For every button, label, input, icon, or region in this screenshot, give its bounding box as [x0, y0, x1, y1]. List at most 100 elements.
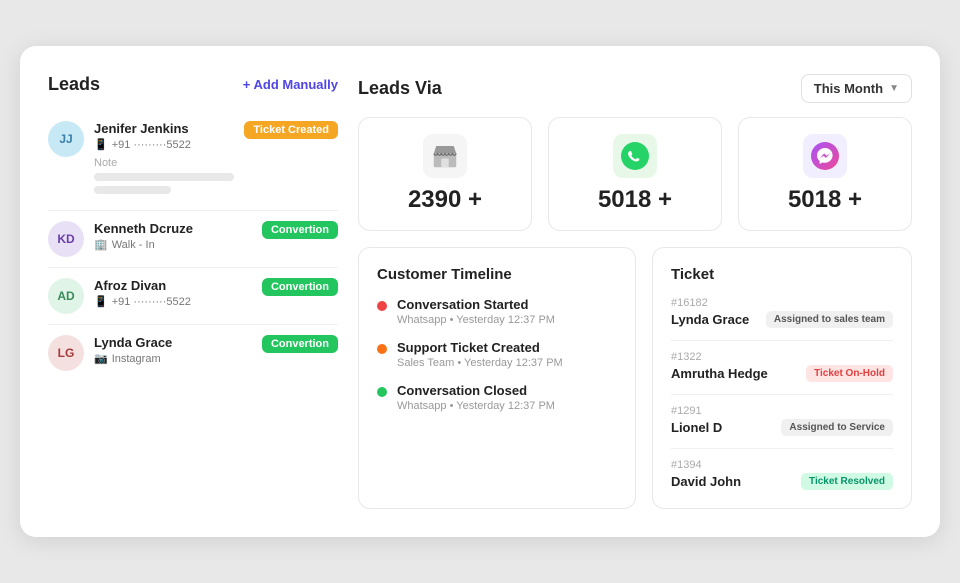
ticket-id: #1291: [671, 405, 893, 417]
timeline-dot: [377, 301, 387, 311]
divider: [671, 448, 893, 449]
leads-via-section: Leads Via This Month ▼ 2390 + 5018 +: [358, 74, 912, 231]
lead-sub-text: Walk - In: [112, 239, 155, 251]
ticket-item[interactable]: #1394 David John Ticket Resolved: [671, 459, 893, 490]
lead-sub: 📱 +91 ·········5522: [94, 138, 234, 151]
ticket-badge: Ticket On-Hold: [806, 365, 893, 382]
ticket-item[interactable]: #1322 Amrutha Hedge Ticket On-Hold: [671, 351, 893, 382]
lead-info: Afroz Divan 📱 +91 ·········5522: [94, 278, 252, 308]
avatar: LG: [48, 335, 84, 371]
bottom-row: Customer Timeline Conversation Started W…: [358, 247, 912, 509]
whatsapp-icon: 📱: [94, 138, 108, 151]
lead-info: Jenifer Jenkins 📱 +91 ·········5522 Note: [94, 121, 234, 200]
via-icon: [423, 134, 467, 178]
timeline-content: Conversation Closed Whatsapp • Yesterday…: [397, 383, 555, 412]
leads-title: Leads: [48, 74, 100, 95]
customer-timeline-card: Customer Timeline Conversation Started W…: [358, 247, 636, 509]
via-count: 2390 +: [408, 186, 482, 214]
ticket-row: David John Ticket Resolved: [671, 473, 893, 490]
timeline-list: Conversation Started Whatsapp • Yesterda…: [377, 297, 617, 412]
ticket-name: David John: [671, 474, 741, 489]
leads-via-title: Leads Via: [358, 78, 442, 99]
timeline-title: Customer Timeline: [377, 266, 617, 283]
timeline-content: Conversation Started Whatsapp • Yesterda…: [397, 297, 555, 326]
avatar: AD: [48, 278, 84, 314]
walkin-icon: 🏢: [94, 238, 108, 251]
timeline-dot: [377, 344, 387, 354]
ticket-card: Ticket #16182 Lynda Grace Assigned to sa…: [652, 247, 912, 509]
ticket-id: #1322: [671, 351, 893, 363]
timeline-meta: Whatsapp • Yesterday 12:37 PM: [397, 314, 555, 326]
timeline-meta: Whatsapp • Yesterday 12:37 PM: [397, 400, 555, 412]
lead-badge: Ticket Created: [244, 121, 338, 139]
lead-name: Afroz Divan: [94, 278, 252, 293]
via-cards: 2390 + 5018 + 5018 +: [358, 117, 912, 231]
lead-sub: 🏢 Walk - In: [94, 238, 252, 251]
note-line: [94, 186, 171, 194]
timeline-item: Support Ticket Created Sales Team • Yest…: [377, 340, 617, 369]
lead-info: Lynda Grace📷 Instagram: [94, 335, 252, 365]
avatar: KD: [48, 221, 84, 257]
ticket-item[interactable]: #1291 Lionel D Assigned to Service: [671, 405, 893, 436]
month-selector-button[interactable]: This Month ▼: [801, 74, 912, 103]
timeline-content: Support Ticket Created Sales Team • Yest…: [397, 340, 563, 369]
whatsapp-icon: 📱: [94, 295, 108, 308]
ticket-name: Lionel D: [671, 420, 722, 435]
dashboard-card: Leads + Add Manually JJ Jenifer Jenkins 📱 …: [20, 46, 940, 537]
store-icon: [430, 141, 460, 171]
lead-name: Kenneth Dcruze: [94, 221, 252, 236]
whatsapp-icon: [619, 140, 651, 172]
ticket-name: Lynda Grace: [671, 312, 749, 327]
lead-info: Kenneth Dcruze 🏢 Walk - In: [94, 221, 252, 251]
lead-item[interactable]: JJ Jenifer Jenkins 📱 +91 ·········5522 Not…: [48, 111, 338, 211]
ticket-row: Amrutha Hedge Ticket On-Hold: [671, 365, 893, 382]
lead-badge: Convertion: [262, 278, 338, 296]
add-manually-button[interactable]: + Add Manually: [243, 77, 338, 92]
note-label: Note: [94, 157, 234, 169]
timeline-event: Conversation Closed: [397, 383, 555, 398]
timeline-meta: Sales Team • Yesterday 12:37 PM: [397, 357, 563, 369]
lead-item[interactable]: KD Kenneth Dcruze 🏢 Walk - In Convertion: [48, 211, 338, 268]
instagram-icon: 📷: [94, 352, 108, 365]
via-card: 2390 +: [358, 117, 532, 231]
divider: [671, 340, 893, 341]
lead-badge: Convertion: [262, 221, 338, 239]
lead-name: Jenifer Jenkins: [94, 121, 234, 136]
right-panel: Leads Via This Month ▼ 2390 + 5018 +: [358, 74, 912, 509]
avatar: JJ: [48, 121, 84, 157]
ticket-badge: Assigned to Service: [781, 419, 893, 436]
timeline-item: Conversation Closed Whatsapp • Yesterday…: [377, 383, 617, 412]
lead-sub-text: Instagram: [112, 353, 161, 365]
ticket-badge: Assigned to sales team: [766, 311, 893, 328]
via-icon: [803, 134, 847, 178]
divider: [671, 394, 893, 395]
lead-sub-text: +91 ·········5522: [112, 296, 191, 308]
timeline-event: Support Ticket Created: [397, 340, 563, 355]
note-area: Note: [94, 157, 234, 194]
ticket-item[interactable]: #16182 Lynda Grace Assigned to sales tea…: [671, 297, 893, 328]
note-lines: [94, 173, 234, 194]
lead-item[interactable]: AD Afroz Divan 📱 +91 ·········5522 Converti…: [48, 268, 338, 325]
ticket-badge: Ticket Resolved: [801, 473, 893, 490]
via-card: 5018 +: [738, 117, 912, 231]
lead-sub: 📷 Instagram: [94, 352, 252, 365]
messenger-icon: [809, 140, 841, 172]
lead-item[interactable]: LG Lynda Grace📷 Instagram Convertion: [48, 325, 338, 381]
leads-panel: Leads + Add Manually JJ Jenifer Jenkins 📱 …: [48, 74, 338, 509]
ticket-id: #1394: [671, 459, 893, 471]
leads-header: Leads + Add Manually: [48, 74, 338, 95]
ticket-list: #16182 Lynda Grace Assigned to sales tea…: [671, 297, 893, 490]
ticket-row: Lionel D Assigned to Service: [671, 419, 893, 436]
via-count: 5018 +: [598, 186, 672, 214]
lead-sub-text: +91 ·········5522: [112, 139, 191, 151]
ticket-row: Lynda Grace Assigned to sales team: [671, 311, 893, 328]
via-icon: [613, 134, 657, 178]
timeline-event: Conversation Started: [397, 297, 555, 312]
lead-badge: Convertion: [262, 335, 338, 353]
via-count: 5018 +: [788, 186, 862, 214]
month-selector-label: This Month: [814, 81, 883, 96]
ticket-title: Ticket: [671, 266, 893, 283]
ticket-id: #16182: [671, 297, 893, 309]
lead-sub: 📱 +91 ·········5522: [94, 295, 252, 308]
timeline-dot: [377, 387, 387, 397]
